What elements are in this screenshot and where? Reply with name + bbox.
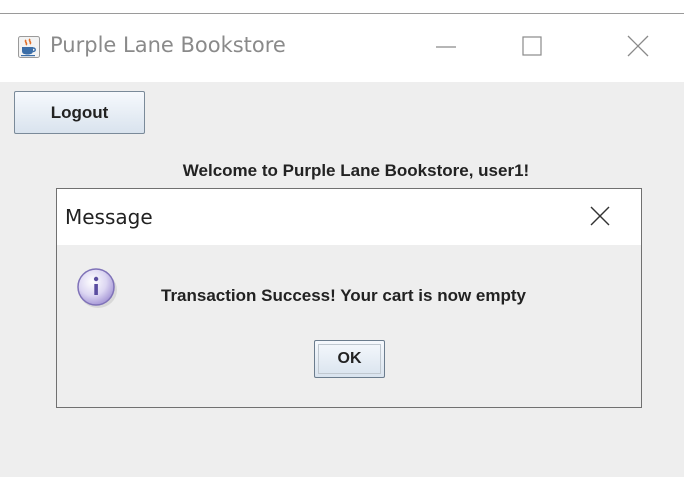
window-close-button[interactable]: [610, 26, 666, 66]
welcome-label: Welcome to Purple Lane Bookstore, user1!: [182, 161, 530, 180]
close-icon: [627, 35, 649, 57]
logout-button[interactable]: Logout: [14, 91, 145, 134]
minimize-icon: [436, 46, 456, 48]
dialog-message: Transaction Success! Your cart is now em…: [161, 286, 526, 305]
maximize-icon: [522, 36, 542, 56]
close-icon: [590, 206, 610, 226]
java-coffee-cup-icon: [18, 36, 40, 58]
message-dialog: Message Transaction Success! Your cart i…: [56, 188, 642, 408]
minimize-button[interactable]: [418, 26, 474, 66]
window-title: Purple Lane Bookstore: [50, 33, 286, 57]
dialog-title: Message: [65, 205, 153, 229]
dialog-close-button[interactable]: [577, 197, 623, 237]
dialog-titlebar: Message: [57, 189, 641, 245]
info-icon: [75, 265, 119, 309]
window-titlebar: Purple Lane Bookstore: [0, 14, 684, 82]
ok-button[interactable]: OK: [314, 340, 385, 378]
maximize-button[interactable]: [504, 26, 560, 66]
